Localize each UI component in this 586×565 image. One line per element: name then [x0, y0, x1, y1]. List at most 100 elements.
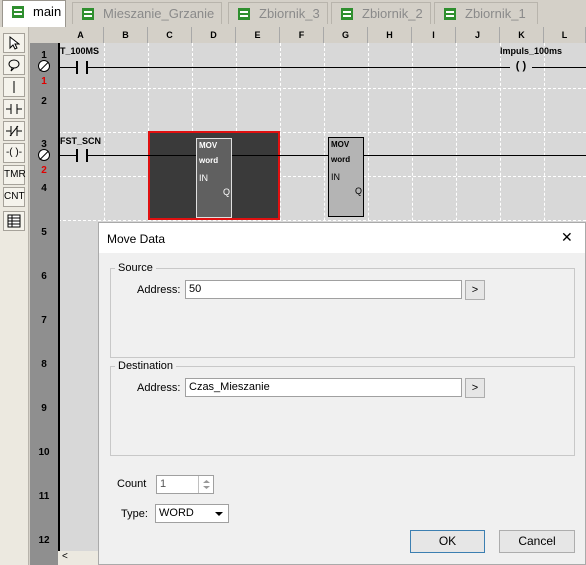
- col-header-b: B: [104, 27, 148, 43]
- col-header-k: K: [500, 27, 544, 43]
- row-number: 10: [38, 447, 50, 458]
- ladder-file-icon: [82, 8, 94, 20]
- rung-marker-icon: [38, 149, 50, 161]
- col-header-a: A: [58, 27, 104, 43]
- spinner-arrows-icon: [203, 480, 210, 489]
- corner-cell: [30, 27, 58, 43]
- destination-address-label: Address:: [137, 382, 181, 394]
- count-label: Count: [117, 478, 147, 490]
- normally-open-contact[interactable]: [76, 149, 88, 162]
- close-icon[interactable]: ✕: [561, 229, 573, 246]
- row-number: 2: [41, 96, 47, 107]
- contact-label: FST_SCN: [60, 136, 102, 146]
- source-address-input[interactable]: 50: [185, 280, 462, 299]
- counter-label: CNT: [4, 191, 25, 202]
- col-header-l: L: [544, 27, 586, 43]
- row-number: 9: [41, 403, 47, 414]
- tab-zbiornik-1[interactable]: Zbiornik_1: [434, 2, 538, 24]
- tab-zbiornik-2[interactable]: Zbiornik_2: [331, 2, 431, 24]
- vertical-line-button[interactable]: [3, 77, 25, 97]
- chevron-down-icon: [215, 512, 223, 516]
- contact-no-button[interactable]: [3, 99, 25, 119]
- source-address-label: Address:: [137, 284, 181, 296]
- contact-nc-button[interactable]: [3, 121, 25, 141]
- mov-in-pin: IN: [331, 172, 340, 182]
- comment-button[interactable]: [3, 55, 25, 75]
- rung-marker-icon: [38, 60, 50, 72]
- rung-wire: [58, 155, 586, 156]
- normally-open-contact[interactable]: [76, 61, 88, 74]
- scroll-left-icon[interactable]: <: [62, 551, 68, 562]
- type-select[interactable]: WORD: [155, 504, 229, 523]
- rung-number: 2: [41, 165, 47, 176]
- type-value: WORD: [159, 507, 194, 519]
- ok-button[interactable]: OK: [410, 530, 485, 553]
- ladder-file-icon: [12, 6, 24, 18]
- grid-line: [58, 220, 586, 221]
- table-icon: [7, 214, 21, 228]
- speech-bubble-icon: [8, 59, 20, 72]
- grid-line: [58, 176, 586, 177]
- col-header-g: G: [324, 27, 368, 43]
- mov-block-2[interactable]: MOV word IN Q: [328, 137, 364, 217]
- mov-name: MOV: [199, 141, 218, 150]
- dialog-title: Move Data: [107, 232, 166, 246]
- rung-wire: [58, 67, 586, 68]
- selected-mov-cell[interactable]: MOV word IN Q: [148, 131, 280, 220]
- table-button[interactable]: [3, 211, 25, 231]
- left-power-rail: [58, 43, 60, 565]
- coil-label: Impuls_100ms: [500, 46, 563, 56]
- mov-in-pin: IN: [199, 173, 208, 183]
- timer-button[interactable]: TMR: [3, 165, 26, 185]
- grid-line: [58, 88, 586, 89]
- col-header-h: H: [368, 27, 412, 43]
- tab-main[interactable]: main: [2, 0, 66, 27]
- contact-label: T_100MS: [60, 46, 100, 56]
- dialog-titlebar: Move Data ✕: [99, 223, 585, 253]
- row-number: 8: [41, 359, 47, 370]
- col-header-f: F: [280, 27, 324, 43]
- output-coil[interactable]: ( ): [510, 60, 532, 74]
- timer-label: TMR: [4, 169, 26, 180]
- row-number: 7: [41, 315, 47, 326]
- ladder-toolbar: -( )- TMR CNT: [0, 27, 29, 565]
- count-stepper[interactable]: [198, 476, 214, 493]
- destination-group-title: Destination: [115, 360, 177, 372]
- rung-number: 1: [41, 76, 47, 87]
- horizontal-scrollbar[interactable]: <: [58, 551, 98, 565]
- source-group-title: Source: [115, 262, 156, 274]
- ladder-file-icon: [444, 8, 456, 20]
- tab-bar: main Mieszanie_Grzanie Zbiornik_3 Zbiorn…: [0, 0, 586, 27]
- col-header-d: D: [192, 27, 236, 43]
- tab-mieszanie-grzanie[interactable]: Mieszanie_Grzanie: [72, 2, 222, 24]
- col-header-e: E: [236, 27, 280, 43]
- col-header-i: I: [412, 27, 456, 43]
- counter-button[interactable]: CNT: [3, 187, 25, 207]
- vertical-line-icon: [13, 81, 15, 93]
- row-number: 12: [38, 535, 50, 546]
- destination-browse-button[interactable]: >: [465, 378, 485, 398]
- mov-block-1[interactable]: MOV word IN Q: [196, 138, 232, 218]
- mov-type: word: [331, 155, 351, 164]
- cursor-icon: [9, 35, 21, 50]
- col-header-j: J: [456, 27, 500, 43]
- normally-closed-contact-icon: [6, 125, 22, 137]
- destination-address-input[interactable]: Czas_Mieszanie: [185, 378, 462, 397]
- type-label: Type:: [121, 508, 148, 520]
- source-browse-button[interactable]: >: [465, 280, 485, 300]
- row-number-column: [30, 27, 58, 565]
- mov-out-pin: Q: [223, 187, 231, 197]
- select-cursor-button[interactable]: [3, 33, 25, 53]
- row-number: 11: [38, 491, 50, 502]
- cancel-button[interactable]: Cancel: [499, 530, 575, 553]
- row-number: 5: [41, 227, 47, 238]
- tab-zbiornik-3[interactable]: Zbiornik_3: [228, 2, 328, 24]
- mov-type: word: [199, 156, 219, 165]
- normally-open-contact-icon: [6, 104, 22, 114]
- row-number: 4: [41, 183, 47, 194]
- coil-button[interactable]: -( )-: [3, 143, 25, 163]
- coil-icon: -( )-: [5, 147, 23, 158]
- row-number: 6: [41, 271, 47, 282]
- ladder-file-icon: [341, 8, 353, 20]
- ladder-file-icon: [238, 8, 250, 20]
